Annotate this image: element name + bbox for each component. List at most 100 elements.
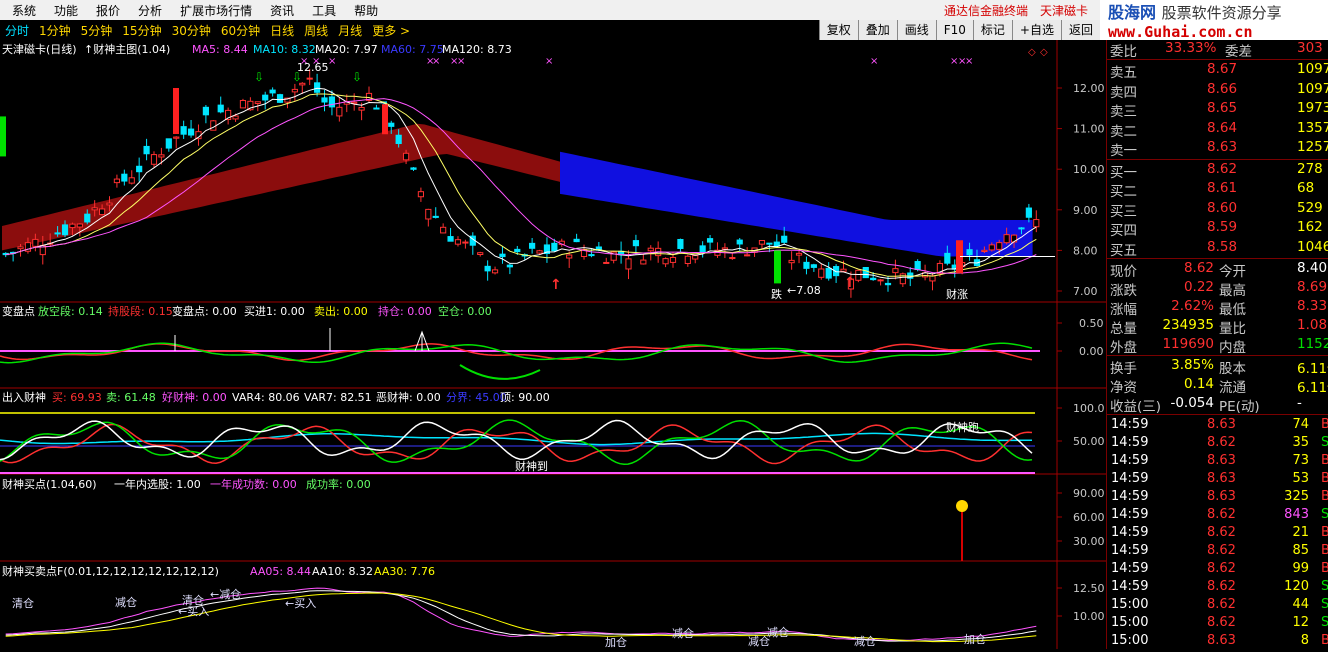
menu-item-3[interactable]: 分析 bbox=[126, 2, 168, 19]
candle-body bbox=[447, 236, 454, 242]
tick-row: 14:59 8.62 99 B bbox=[1107, 561, 1328, 579]
candle-body bbox=[210, 120, 217, 131]
candle-body bbox=[84, 213, 91, 223]
candle-body bbox=[773, 241, 780, 247]
menu-item-5[interactable]: 资讯 bbox=[258, 2, 300, 19]
candle-body bbox=[32, 238, 39, 247]
menu-item-1[interactable]: 功能 bbox=[42, 2, 84, 19]
menu-item-6[interactable]: 工具 bbox=[300, 2, 342, 19]
ask-row: 卖四 8.66 1097 bbox=[1107, 81, 1328, 101]
stat-row: 换手 3.85% 股本 6.11亿 bbox=[1107, 357, 1328, 377]
tab-0[interactable]: 分时 bbox=[0, 22, 34, 39]
p2-green-line bbox=[0, 342, 1033, 364]
candle-body bbox=[402, 152, 410, 161]
tick-vol: 325 bbox=[1284, 489, 1309, 504]
toolbar-button-3[interactable]: F10 bbox=[935, 20, 973, 40]
tab-6[interactable]: 日线 bbox=[265, 22, 299, 39]
brand-slogan: 股票软件资源分享 bbox=[1161, 4, 1282, 22]
ask-vol: 1973 bbox=[1297, 100, 1328, 116]
y-tick-label: 0.50 bbox=[1079, 317, 1104, 330]
tick-time: 14:59 bbox=[1111, 525, 1149, 540]
toolbar-button-1[interactable]: 叠加 bbox=[857, 20, 897, 40]
tick-vol: 8 bbox=[1300, 633, 1309, 648]
candle-body bbox=[269, 89, 276, 94]
menu-item-4[interactable]: 扩展市场行情 bbox=[168, 2, 258, 19]
menu-item-2[interactable]: 报价 bbox=[84, 2, 126, 19]
candle-body bbox=[766, 242, 773, 245]
stat-value: 6.11亿 bbox=[1297, 361, 1328, 377]
candle-body bbox=[781, 235, 788, 243]
y-tick-label: 12.00 bbox=[1073, 82, 1105, 95]
candle-body bbox=[143, 145, 150, 155]
tick-price: 8.63 bbox=[1207, 453, 1236, 468]
candle-body bbox=[988, 244, 995, 251]
tab-5[interactable]: 60分钟 bbox=[216, 22, 265, 39]
toolbar-button-5[interactable]: +自选 bbox=[1011, 20, 1061, 40]
tick-vol: 53 bbox=[1292, 471, 1309, 486]
p3-note: 财神到 bbox=[515, 459, 548, 473]
candle-body bbox=[150, 154, 158, 165]
toolbar-button-4[interactable]: 标记 bbox=[972, 20, 1012, 40]
tab-4[interactable]: 30分钟 bbox=[167, 22, 216, 39]
up-arrow-icon: ↑ bbox=[844, 275, 856, 291]
tick-vol: 99 bbox=[1292, 561, 1309, 576]
p3-item-7: 顶: 90.00 bbox=[500, 391, 550, 404]
stat-label: 流通 bbox=[1219, 380, 1246, 396]
bid-price: 8.61 bbox=[1207, 180, 1238, 196]
candle-body bbox=[165, 138, 172, 149]
candle-body bbox=[76, 223, 83, 228]
p4-item-1: 一年成功数: 0.00 bbox=[210, 477, 297, 491]
ask-vol: 1257 bbox=[1297, 139, 1328, 155]
tick-time: 14:59 bbox=[1111, 579, 1149, 594]
tab-8[interactable]: 月线 bbox=[333, 22, 367, 39]
p2-title: 变盘点 bbox=[2, 304, 35, 318]
tick-side: S bbox=[1321, 435, 1328, 450]
brand-name: 股海网 bbox=[1108, 3, 1157, 22]
p3-cyan-line bbox=[0, 432, 1032, 446]
stat-row: 现价 8.62 今开 8.40 bbox=[1107, 260, 1328, 280]
candle-body bbox=[966, 249, 973, 256]
stat-label: 净资 bbox=[1110, 380, 1137, 396]
menu-item-7[interactable]: 帮助 bbox=[342, 2, 384, 19]
ask-row: 卖五 8.67 1097 bbox=[1107, 61, 1328, 81]
tab-3[interactable]: 15分钟 bbox=[117, 22, 166, 39]
tick-side: B bbox=[1321, 453, 1328, 468]
candle-body bbox=[128, 177, 135, 184]
candle-body bbox=[662, 258, 669, 265]
ma-label-3: MA60: 7.75 bbox=[381, 43, 444, 56]
ask-price: 8.65 bbox=[1207, 100, 1238, 116]
marker-zhang: 财涨 bbox=[946, 287, 968, 301]
tick-row: 14:59 8.63 73 B bbox=[1107, 453, 1328, 471]
toolbar-button-2[interactable]: 画线 bbox=[896, 20, 936, 40]
tab-2[interactable]: 5分钟 bbox=[76, 22, 118, 39]
candle-body bbox=[669, 256, 677, 263]
candle-body bbox=[818, 268, 825, 278]
tab-1[interactable]: 1分钟 bbox=[34, 22, 76, 39]
candle-body bbox=[98, 208, 106, 216]
tab-9[interactable]: 更多 > bbox=[367, 22, 415, 39]
candle-body bbox=[1025, 207, 1032, 218]
toolbar-button-6[interactable]: 返回 bbox=[1060, 20, 1100, 40]
candle-body bbox=[862, 267, 869, 279]
candle-body bbox=[373, 107, 380, 110]
tick-time: 14:59 bbox=[1111, 507, 1149, 522]
stat-label: 最低 bbox=[1219, 302, 1246, 318]
chart-canvas[interactable]: 12.0011.0010.009.008.007.00↑ ↑⇩ ⇩ ⇩× × × ×× ×× ×… bbox=[0, 40, 1106, 649]
candle-body bbox=[699, 245, 706, 253]
stat-value: 8.62 bbox=[1183, 260, 1214, 276]
stat-value: 0.14 bbox=[1183, 376, 1214, 392]
menu-item-0[interactable]: 系统 bbox=[0, 2, 42, 19]
tab-7[interactable]: 周线 bbox=[299, 22, 333, 39]
p2-item-1: 持股段: 0.15 bbox=[108, 304, 173, 318]
candle-body bbox=[336, 106, 343, 117]
stat-row: 净资 0.14 流通 6.11亿 bbox=[1107, 376, 1328, 396]
y-tick-label: 8.00 bbox=[1073, 244, 1098, 257]
candle-body bbox=[499, 253, 506, 258]
stat-value: 8.33 bbox=[1297, 298, 1328, 314]
bid-price: 8.59 bbox=[1207, 219, 1238, 235]
stat-value: 234935 bbox=[1162, 317, 1214, 333]
chart-title: 天津磁卡(日线) bbox=[2, 42, 77, 56]
toolbar-button-0[interactable]: 复权 bbox=[818, 20, 858, 40]
aa30-line bbox=[5, 592, 1037, 643]
y-tick-label: 12.50 bbox=[1073, 582, 1105, 595]
